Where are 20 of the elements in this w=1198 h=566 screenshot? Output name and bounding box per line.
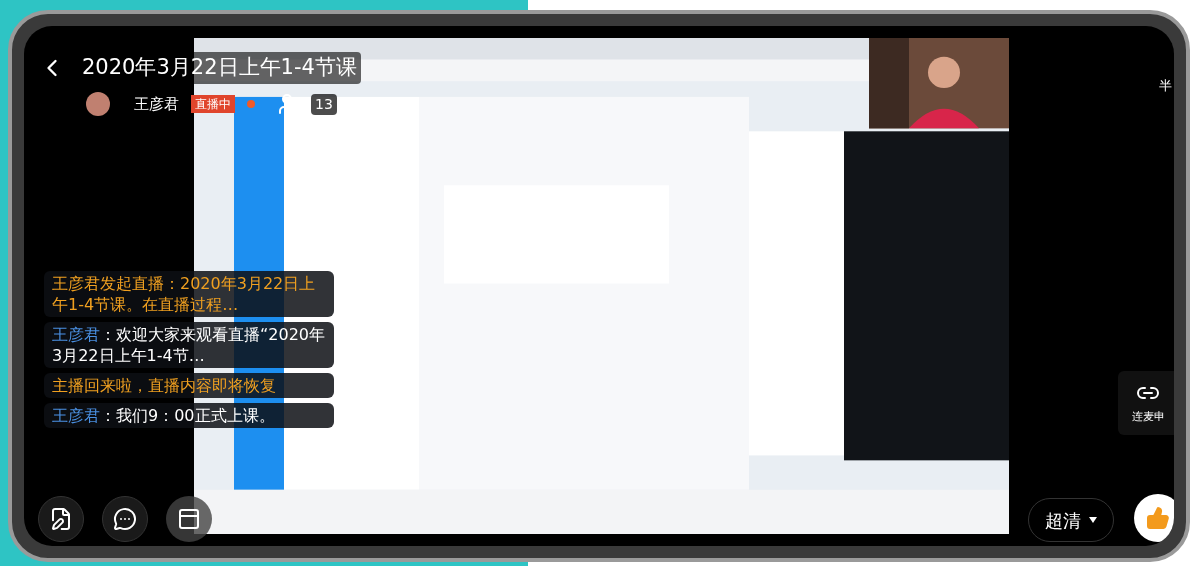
panel-icon [177, 507, 201, 531]
like-button[interactable] [1134, 494, 1174, 542]
host-name: 王彦君 [134, 93, 179, 115]
chat-message: 主播回来啦，直播内容即将恢复 [44, 373, 334, 398]
chat-message: 王彦君：欢迎大家来观看直播“2020年3月22日上午1-4节… [44, 322, 334, 368]
screen-mode-label[interactable]: 半 [1159, 76, 1172, 96]
panel-button[interactable] [166, 496, 212, 542]
avatar [86, 92, 110, 116]
quality-button[interactable]: 超清 [1028, 498, 1114, 542]
document-edit-icon [49, 507, 73, 531]
thumbs-up-icon [1146, 506, 1170, 530]
chat-button[interactable] [102, 496, 148, 542]
chat-icon [113, 507, 137, 531]
mic-request-button[interactable]: 连麦申 [1118, 371, 1174, 435]
chat-message: 王彦君发起直播：2020年3月22日上午1-4节课。在直播过程… [44, 271, 334, 317]
live-badge: 直播中 [191, 95, 235, 113]
notes-button[interactable] [38, 496, 84, 542]
dropdown-caret-icon [1089, 517, 1097, 523]
viewer-count: 13 [311, 93, 337, 115]
chat-message: 王彦君：我们9：00正式上课。 [44, 403, 334, 428]
